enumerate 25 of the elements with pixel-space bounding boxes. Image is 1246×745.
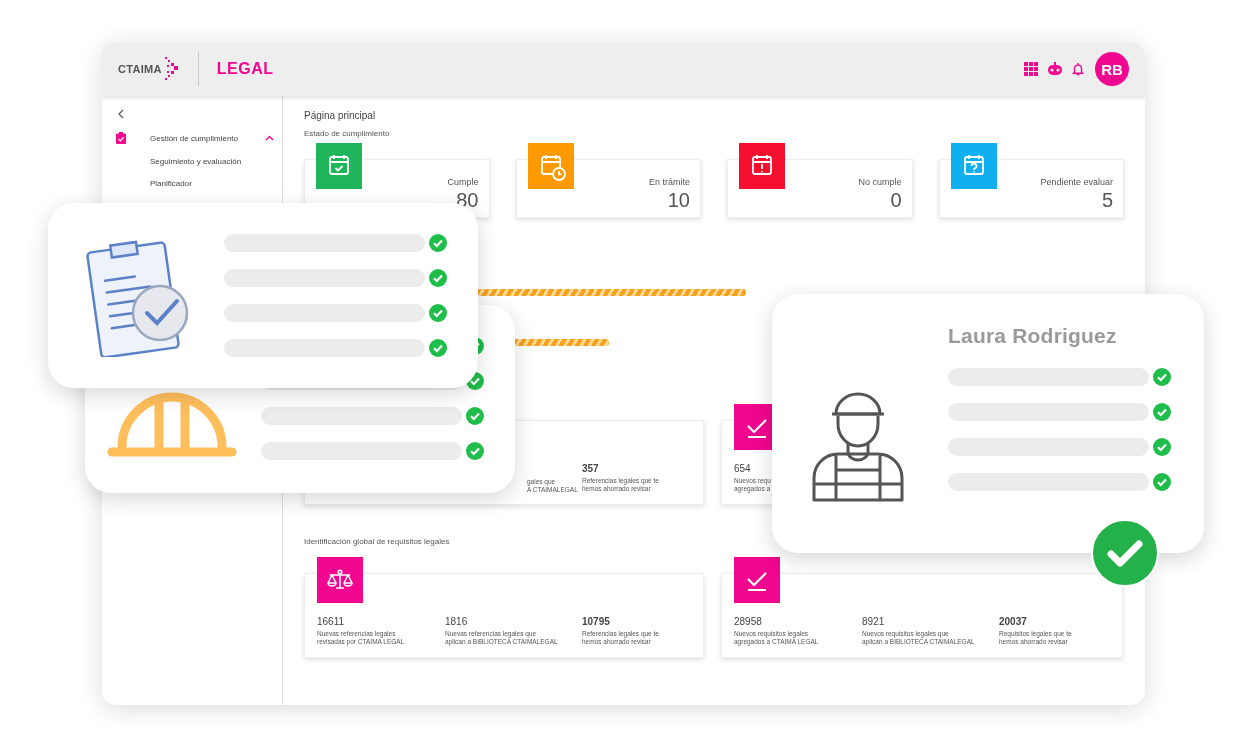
stat-value: 357 [582,463,599,474]
stat-value: 20037 [999,616,1027,627]
stat-value: 8921 [862,616,885,627]
product-name: LEGAL [216,60,274,78]
stat-value: 28958 [734,616,762,627]
page-title: Página principal [304,110,376,121]
sidebar-subitem[interactable]: Planificador [150,179,282,188]
status-count: 10 [667,189,690,212]
stat-value: 16611 [317,616,345,627]
status-label: No cumple [858,177,902,187]
stat-value: 1816 [445,616,468,627]
status-label: Cumple [447,177,479,187]
status-count: 5 [1101,189,1113,212]
section-title: Identificación global de requisitos legales [304,537,450,546]
person-name: Laura Rodriguez [948,324,1118,348]
status-label: En trámite [649,177,690,187]
sidebar-item[interactable]: Gestión de cumplimiento [150,133,265,143]
section-title: Estado de cumplimiento [304,129,390,138]
stat-value: 654 [734,463,751,474]
stat-value: 10795 [582,616,610,627]
user-avatar[interactable]: RB [1095,52,1129,86]
status-count: 0 [890,189,902,212]
brand-name: CTAIMA [118,63,162,75]
status-label: Pendiente evaluar [1040,177,1113,187]
sidebar-subitem[interactable]: Seguimiento y evaluación [150,157,282,166]
